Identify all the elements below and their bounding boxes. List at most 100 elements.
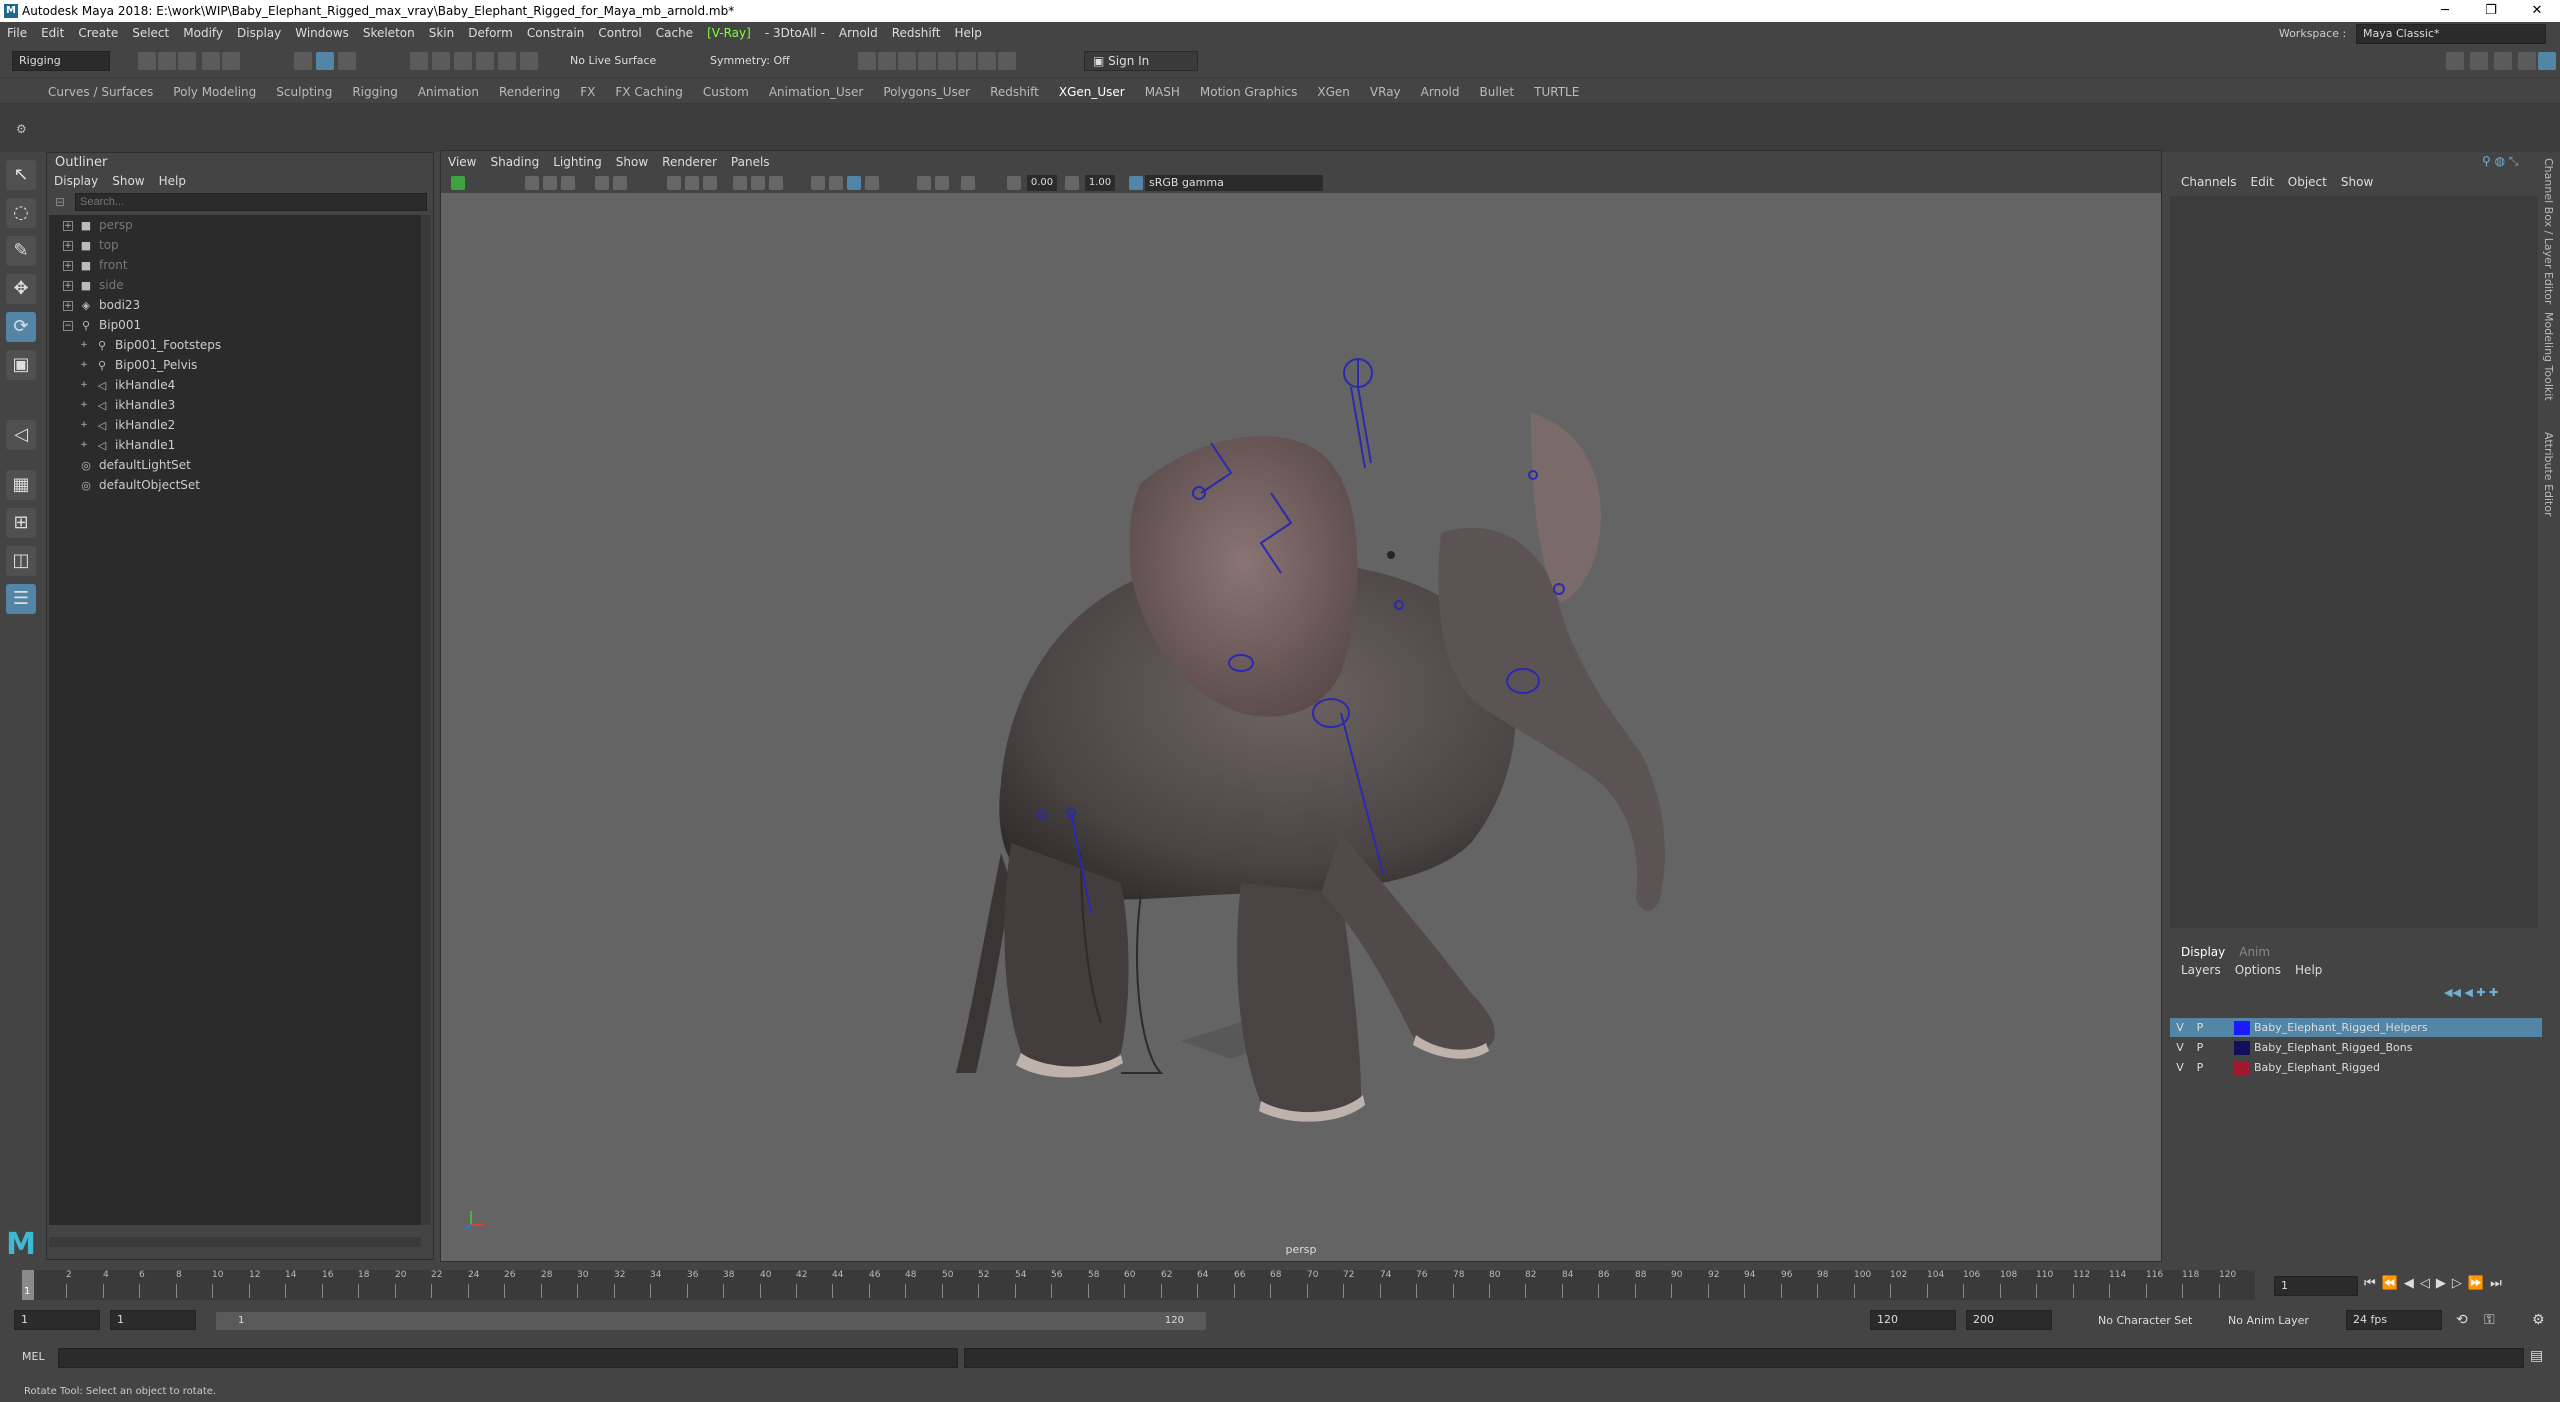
cb-menu-edit[interactable]: Edit [2244, 172, 2281, 192]
menu-display[interactable]: Display [230, 22, 288, 44]
shelf-tab[interactable]: MASH [1135, 80, 1190, 104]
outliner-item[interactable]: + ■ top [63, 235, 119, 255]
vp-menu-lighting[interactable]: Lighting [546, 151, 609, 173]
menu-vray[interactable]: [V-Ray] [700, 22, 758, 44]
outliner-item[interactable]: ◎ defaultLightSet [79, 455, 191, 475]
select-component-icon[interactable] [338, 52, 356, 70]
shelf-tab[interactable]: Animation_User [759, 80, 874, 104]
outliner-layout-icon[interactable]: ☰ [6, 584, 36, 614]
layer-visibility[interactable]: V [2170, 1058, 2190, 1077]
fps-dropdown[interactable]: 24 fps [2346, 1310, 2442, 1330]
xray-icon[interactable] [917, 176, 931, 190]
playback-end-field[interactable]: 120 [1870, 1310, 1956, 1330]
menu-set-dropdown[interactable]: Rigging [12, 51, 110, 71]
expand-toggle-icon[interactable]: + [63, 280, 73, 291]
layer-row[interactable]: V P Baby_Elephant_Rigged_Bons [2170, 1038, 2542, 1057]
select-object-icon[interactable] [316, 52, 334, 70]
layer-playback[interactable]: P [2190, 1018, 2210, 1037]
live-surface-label[interactable]: No Live Surface [570, 54, 656, 67]
wireframe-icon[interactable] [667, 176, 681, 190]
shelf-tab[interactable]: XGen [1307, 80, 1360, 104]
expand-toggle-icon[interactable]: − [63, 320, 73, 331]
shadows-icon[interactable] [769, 176, 783, 190]
smooth-shade-icon[interactable] [685, 176, 699, 190]
outliner-item[interactable]: + ⚲ Bip001_Pelvis [79, 355, 197, 375]
time-slider-ruler[interactable]: 2 4 6 8 10 12 14 16 18 20 22 24 26 28 30 32 34 36 38 40 42 44… [30, 1270, 2255, 1300]
viewport-panel[interactable]: View Shading Lighting Show Renderer Panels 0.… [440, 150, 2162, 1262]
side-tab-modeling-toolkit[interactable]: Modeling Toolkit [2542, 312, 2555, 401]
play-forward-icon[interactable]: ▶ [2436, 1276, 2452, 1291]
layer-visibility[interactable]: V [2170, 1018, 2190, 1037]
step-forward-key-icon[interactable]: ⏩ [2468, 1276, 2490, 1291]
grid-icon[interactable] [595, 176, 609, 190]
vp-menu-renderer[interactable]: Renderer [655, 151, 724, 173]
script-editor-icon[interactable]: ▤ [2530, 1348, 2543, 1364]
side-tab-channel-box[interactable]: Channel Box / Layer Editor [2542, 158, 2555, 305]
le-menu-help[interactable]: Help [2288, 960, 2329, 980]
elephant-model[interactable] [956, 413, 1665, 1122]
shelf-tab[interactable]: Rendering [489, 80, 570, 104]
shelf-tab[interactable]: FX Caching [605, 80, 692, 104]
gamma-field[interactable]: 1.00 [1085, 175, 1115, 191]
shelf-tab[interactable]: Curves / Surfaces [38, 80, 163, 104]
symmetry-label[interactable]: Symmetry: Off [710, 54, 790, 67]
outliner-item[interactable]: + ◈ bodi23 [63, 295, 140, 315]
shelf-tab[interactable]: Custom [693, 80, 759, 104]
persp-outliner-layout-icon[interactable]: ◫ [6, 546, 36, 576]
outliner-scrollbar[interactable] [421, 215, 431, 1225]
vray-render-icon[interactable] [978, 52, 996, 70]
anim-start-field[interactable]: 1 [14, 1310, 100, 1330]
workspace-dropdown[interactable]: Maya Classic* [2356, 24, 2546, 44]
sign-in-button[interactable]: ▣ Sign In [1084, 51, 1198, 71]
menu-windows[interactable]: Windows [288, 22, 356, 44]
shelf-tab[interactable]: Bullet [1470, 80, 1525, 104]
scale-tool-icon[interactable]: ▣ [6, 350, 36, 380]
menu-help[interactable]: Help [947, 22, 988, 44]
layer-visibility[interactable]: V [2170, 1038, 2190, 1057]
film-gate-icon[interactable] [613, 176, 627, 190]
filter-icon[interactable]: ⊟ [55, 195, 65, 209]
expand-toggle-icon[interactable]: + [63, 260, 73, 271]
outliner-item[interactable]: + ◁ ikHandle1 [79, 435, 175, 455]
snap-grid-icon[interactable] [410, 52, 428, 70]
snap-curve-icon[interactable] [432, 52, 450, 70]
layer-row[interactable]: V P Baby_Elephant_Rigged_Helpers [2170, 1018, 2542, 1037]
layer-name[interactable]: Baby_Elephant_Rigged_Bons [2254, 1041, 2412, 1054]
last-tool-icon[interactable]: ◁ [6, 420, 36, 450]
current-frame-field[interactable]: 1 [2274, 1276, 2358, 1296]
redo-icon[interactable] [222, 52, 240, 70]
outliner-search-input[interactable] [75, 193, 427, 211]
render-view-icon[interactable] [858, 52, 876, 70]
outliner-item[interactable]: + ◁ ikHandle3 [79, 395, 175, 415]
command-input[interactable] [58, 1348, 958, 1368]
expand-toggle-icon[interactable]: + [63, 300, 73, 311]
script-language-label[interactable]: MEL [22, 1350, 45, 1363]
step-back-frame-icon[interactable]: ◀ [2404, 1276, 2420, 1291]
shelf-tab[interactable]: TURTLE [1524, 80, 1589, 104]
shelf-tab[interactable]: Polygons_User [873, 80, 980, 104]
shelf-tab[interactable]: VRay [1360, 80, 1411, 104]
gamma-icon[interactable] [1065, 176, 1079, 190]
paint-select-tool-icon[interactable]: ✎ [6, 236, 36, 266]
expand-toggle-icon[interactable]: + [63, 240, 73, 251]
shelf-tab-active[interactable]: XGen_User [1049, 80, 1135, 104]
outliner-menu-help[interactable]: Help [152, 171, 193, 191]
layer-color-swatch[interactable] [2234, 1021, 2250, 1035]
layer-color-swatch[interactable] [2234, 1041, 2250, 1055]
vp-menu-shading[interactable]: Shading [483, 151, 546, 173]
minimize-button[interactable]: ─ [2422, 0, 2468, 22]
snap-point-icon[interactable] [454, 52, 472, 70]
resolution-gate-icon[interactable] [961, 176, 975, 190]
snap-view-icon[interactable] [476, 52, 494, 70]
move-tool-icon[interactable]: ✥ [6, 274, 36, 304]
anim-layer-dropdown[interactable]: No Anim Layer [2228, 1314, 2309, 1327]
outliner-item[interactable]: − ⚲ Bip001 [63, 315, 141, 335]
le-menu-layers[interactable]: Layers [2174, 960, 2228, 980]
snap-pivot-icon[interactable] [520, 52, 538, 70]
menu-constrain[interactable]: Constrain [520, 22, 592, 44]
menu-redshift[interactable]: Redshift [885, 22, 948, 44]
layer-playback[interactable]: P [2190, 1058, 2210, 1077]
tab-anim[interactable]: Anim [2232, 942, 2277, 962]
layer-row[interactable]: V P Baby_Elephant_Rigged [2170, 1058, 2542, 1077]
shelf-tab[interactable]: Arnold [1411, 80, 1470, 104]
